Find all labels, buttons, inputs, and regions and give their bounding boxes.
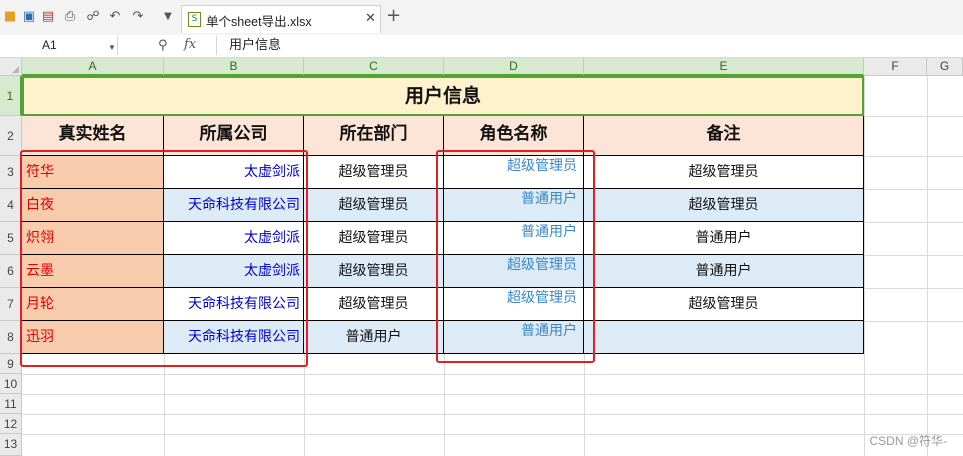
gridline bbox=[304, 354, 305, 456]
gridline bbox=[584, 354, 585, 456]
function-icon[interactable]: fx bbox=[184, 37, 196, 52]
open-folder-icon[interactable]: ■ bbox=[2, 9, 18, 25]
new-tab-icon[interactable]: + bbox=[386, 7, 401, 25]
row-header-2[interactable]: 2 bbox=[0, 116, 22, 156]
print-preview-icon[interactable]: ☍ bbox=[85, 9, 101, 25]
cell-department[interactable]: 超级管理员 bbox=[304, 222, 444, 255]
gridline bbox=[864, 321, 963, 322]
cell-department[interactable]: 超级管理员 bbox=[304, 189, 444, 222]
row-header-11[interactable]: 11 bbox=[0, 394, 22, 414]
gridline bbox=[864, 288, 963, 289]
header-remark[interactable]: 备注 bbox=[584, 116, 864, 156]
header-department[interactable]: 所在部门 bbox=[304, 116, 444, 156]
highlight-box-name-company bbox=[20, 150, 308, 367]
cell-department[interactable]: 超级管理员 bbox=[304, 255, 444, 288]
document-tab-title: 单个sheet导出.xlsx bbox=[206, 15, 312, 29]
formula-input[interactable]: 用户信息 bbox=[216, 36, 963, 55]
cell-department[interactable]: 超级管理员 bbox=[304, 156, 444, 189]
row-header-8[interactable]: 8 bbox=[0, 321, 22, 354]
zoom-icon[interactable]: ⚲ bbox=[158, 38, 168, 53]
gridline bbox=[864, 222, 963, 223]
close-icon[interactable]: ✕ bbox=[365, 11, 376, 26]
print-icon[interactable]: ⎙ bbox=[62, 9, 78, 25]
gridline bbox=[164, 354, 165, 456]
cell-remark[interactable]: 超级管理员 bbox=[584, 156, 864, 189]
row-header-7[interactable]: 7 bbox=[0, 288, 22, 321]
row-header-4[interactable]: 4 bbox=[0, 189, 22, 222]
gridline bbox=[22, 434, 963, 435]
cell-reference: A1 bbox=[42, 38, 57, 52]
gridline bbox=[864, 116, 963, 117]
document-tab[interactable]: S 单个sheet导出.xlsx ✕ bbox=[181, 5, 381, 33]
formula-bar: A1 ▼ ⚲ fx 用户信息 bbox=[0, 35, 963, 58]
column-header-d[interactable]: D bbox=[444, 58, 584, 76]
quick-access-toolbar: ■ ▣ ▤ ⎙ ☍ ↶ ↷ ▼ S 单个sheet导出.xlsx ✕ + bbox=[0, 0, 963, 36]
gridline bbox=[22, 394, 963, 395]
spreadsheet-file-icon: S bbox=[188, 12, 201, 27]
save-icon[interactable]: ▣ bbox=[21, 9, 37, 25]
gridline bbox=[864, 156, 963, 157]
gridline bbox=[444, 354, 445, 456]
gridline bbox=[22, 374, 963, 375]
row-header-13[interactable]: 13 bbox=[0, 434, 22, 456]
undo-icon[interactable]: ↶ bbox=[107, 9, 123, 25]
cell-department[interactable]: 超级管理员 bbox=[304, 288, 444, 321]
chevron-down-icon[interactable]: ▼ bbox=[108, 38, 116, 57]
watermark: CSDN @符华- bbox=[869, 434, 947, 448]
cell-remark[interactable] bbox=[584, 321, 864, 354]
cell-remark[interactable]: 普通用户 bbox=[584, 222, 864, 255]
gridline bbox=[864, 76, 865, 456]
column-header-c[interactable]: C bbox=[304, 58, 444, 76]
column-header-e[interactable]: E bbox=[584, 58, 864, 76]
row-header-9[interactable]: 9 bbox=[0, 354, 22, 374]
cell-remark[interactable]: 超级管理员 bbox=[584, 189, 864, 222]
sheet-title-cell[interactable]: 用户信息 bbox=[22, 76, 864, 116]
column-header-f[interactable]: F bbox=[864, 58, 927, 76]
export-pdf-icon[interactable]: ▤ bbox=[40, 9, 56, 25]
gridline bbox=[927, 76, 928, 456]
column-header-g[interactable]: G bbox=[927, 58, 963, 76]
row-header-12[interactable]: 12 bbox=[0, 414, 22, 434]
row-header-3[interactable]: 3 bbox=[0, 156, 22, 189]
cell-remark[interactable]: 普通用户 bbox=[584, 255, 864, 288]
row-header-6[interactable]: 6 bbox=[0, 255, 22, 288]
row-header-1[interactable]: 1 bbox=[0, 76, 22, 116]
cell-remark[interactable]: 超级管理员 bbox=[584, 288, 864, 321]
redo-icon[interactable]: ↷ bbox=[130, 9, 146, 25]
gridline bbox=[864, 189, 963, 190]
customize-dropdown-icon[interactable]: ▼ bbox=[160, 9, 176, 25]
highlight-box-role bbox=[436, 150, 595, 363]
column-header-b[interactable]: B bbox=[164, 58, 304, 76]
select-all-corner[interactable] bbox=[0, 58, 22, 76]
name-box[interactable]: A1 ▼ bbox=[0, 36, 118, 55]
column-header-a[interactable]: A bbox=[22, 58, 164, 76]
row-header-5[interactable]: 5 bbox=[0, 222, 22, 255]
row-header-10[interactable]: 10 bbox=[0, 374, 22, 394]
gridline bbox=[864, 255, 963, 256]
cell-department[interactable]: 普通用户 bbox=[304, 321, 444, 354]
gridline bbox=[22, 414, 963, 415]
